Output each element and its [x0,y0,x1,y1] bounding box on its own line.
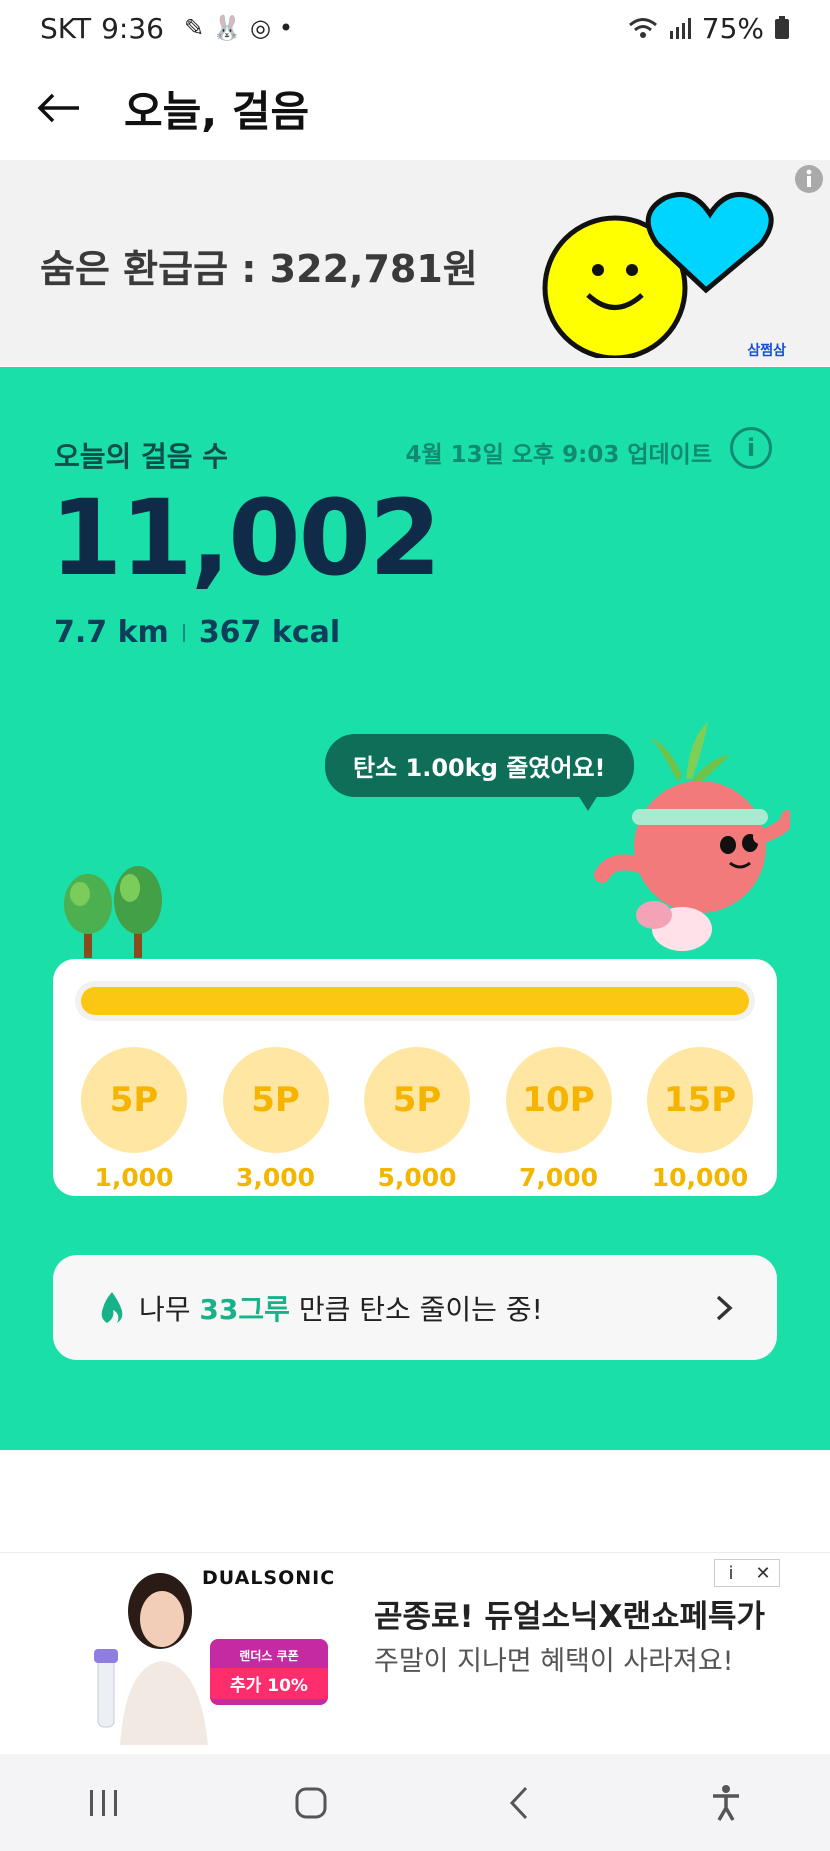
reward-item[interactable]: 15P 10,000 [645,1047,755,1192]
reward-steps-label: 5,000 [377,1163,457,1192]
flame-icon [101,1291,123,1323]
rewards-card: 5P 1,000 5P 3,000 5P 5,000 10P 7,000 15P 10,000 [53,959,777,1196]
home-icon [295,1787,327,1818]
app-icon: ◎ [249,14,271,42]
stats-row: 7.7 km 367 kcal [54,615,340,650]
accessibility-icon [713,1784,740,1821]
app-header: 오늘, 걸음 [0,62,830,154]
steps-count: 11,002 [50,477,441,599]
time-text: 9:36 [101,11,164,45]
trees-illustration [64,866,162,958]
steps-section: 오늘의 걸음 수 4월 13일 오후 9:03 업데이트 i 11,002 7.… [0,367,830,1450]
tree-message-text: 나무 33그루 만큼 탄소 줄이는 중! [139,1288,543,1328]
info-icon[interactable]: i [730,427,772,469]
ad-title: 곧종료! 듀얼소닉X랜쇼페특가 [374,1599,766,1635]
recent-apps-icon [89,1789,117,1816]
tree-suffix: 만큼 탄소 줄이는 중! [289,1292,543,1326]
refund-banner[interactable]: 숨은 환급금 : 322,781원 삼쩜삼 [0,160,830,366]
wifi-icon [628,18,657,38]
reward-coin[interactable]: 5P [222,1047,329,1153]
ad-model-image [90,1565,210,1745]
runner-mascot-illustration [594,722,790,951]
back-chevron-icon [509,1786,527,1819]
notification-icons: ✎ 🐰 ◎ • [184,14,293,42]
reward-steps-label: 7,000 [518,1163,599,1192]
app-screen: SKT 9:36 ✎ 🐰 ◎ • 75% 오늘, 걸음 숨은 환급금 : 322… [0,0,830,1851]
chevron-right-icon [716,1295,733,1320]
status-right: 75% [628,12,790,45]
reward-steps-label: 10,000 [651,1163,749,1192]
steps-label: 오늘의 걸음 수 [54,440,229,473]
ad-coupon-tag: 랜더스 쿠폰 추가 10% [210,1639,328,1705]
reward-coin[interactable]: 5P [81,1047,187,1153]
refund-text: 숨은 환급금 : 322,781원 [40,247,478,291]
back-arrow-icon [37,93,79,123]
ad-banner[interactable]: DUALSONIC 랜더스 쿠폰 추가 10% 곧종료! 듀얼소닉X랜쇼페특가 … [0,1552,830,1752]
tree-count-highlight: 33그루 [199,1292,290,1326]
status-left: SKT 9:36 ✎ 🐰 ◎ • [40,12,293,45]
dot-icon: • [278,14,294,42]
ad-close-button[interactable]: ✕ [747,1560,779,1586]
ad-subtitle: 주말이 지나면 혜택이 사라져요! [374,1646,734,1677]
reward-item[interactable]: 10P 7,000 [504,1047,614,1192]
divider [182,623,185,642]
reward-item[interactable]: 5P 5,000 [362,1047,472,1192]
progress-bar [75,981,755,1021]
ad-tag-line2: 추가 10% [210,1668,328,1699]
battery-icon [775,16,789,39]
carrier-text: SKT [40,11,92,45]
back-nav-button[interactable] [479,1773,559,1833]
tree-message-card[interactable]: 나무 33그루 만큼 탄소 줄이는 중! [53,1255,777,1360]
smiley-heart-illustration [542,192,774,358]
ad-info-button[interactable]: i [715,1560,747,1586]
ad-controls: i ✕ [714,1559,780,1587]
reward-coin[interactable]: 15P [647,1047,753,1153]
calories-text: 367 kcal [198,615,341,650]
ad-brand: DUALSONIC [202,1567,336,1589]
tree-prefix: 나무 [139,1292,200,1326]
rewards-row: 5P 1,000 5P 3,000 5P 5,000 10P 7,000 15P 10,000 [79,1047,755,1192]
home-button[interactable] [271,1773,351,1833]
system-nav-bar [0,1754,830,1851]
carbon-speech-bubble: 탄소 1.00kg 줄였어요! [325,734,634,811]
brand-logo: 삼쩜삼 [747,343,786,359]
reward-steps-label: 3,000 [235,1163,316,1192]
ad-info-icon[interactable] [794,164,824,194]
signal-icon [669,18,691,39]
reward-coin[interactable]: 10P [505,1047,612,1153]
battery-text: 75% [701,11,764,45]
reward-steps-label: 1,000 [94,1163,174,1192]
rabbit-icon: 🐰 [212,14,242,42]
page-title: 오늘, 걸음 [124,86,310,136]
reward-item[interactable]: 5P 3,000 [221,1047,331,1192]
distance-text: 7.7 km [54,615,169,650]
status-bar: SKT 9:36 ✎ 🐰 ◎ • 75% [0,0,830,56]
ad-tag-line1: 랜더스 쿠폰 [239,1649,299,1663]
update-time: 4월 13일 오후 9:03 업데이트 [405,442,712,468]
reward-coin[interactable]: 5P [364,1047,470,1153]
recent-apps-button[interactable] [64,1773,144,1833]
accessibility-button[interactable] [686,1773,766,1833]
progress-fill [81,987,749,1015]
reward-item[interactable]: 5P 1,000 [79,1047,189,1192]
back-button[interactable] [34,83,84,133]
notification-icon: ✎ [183,14,205,42]
